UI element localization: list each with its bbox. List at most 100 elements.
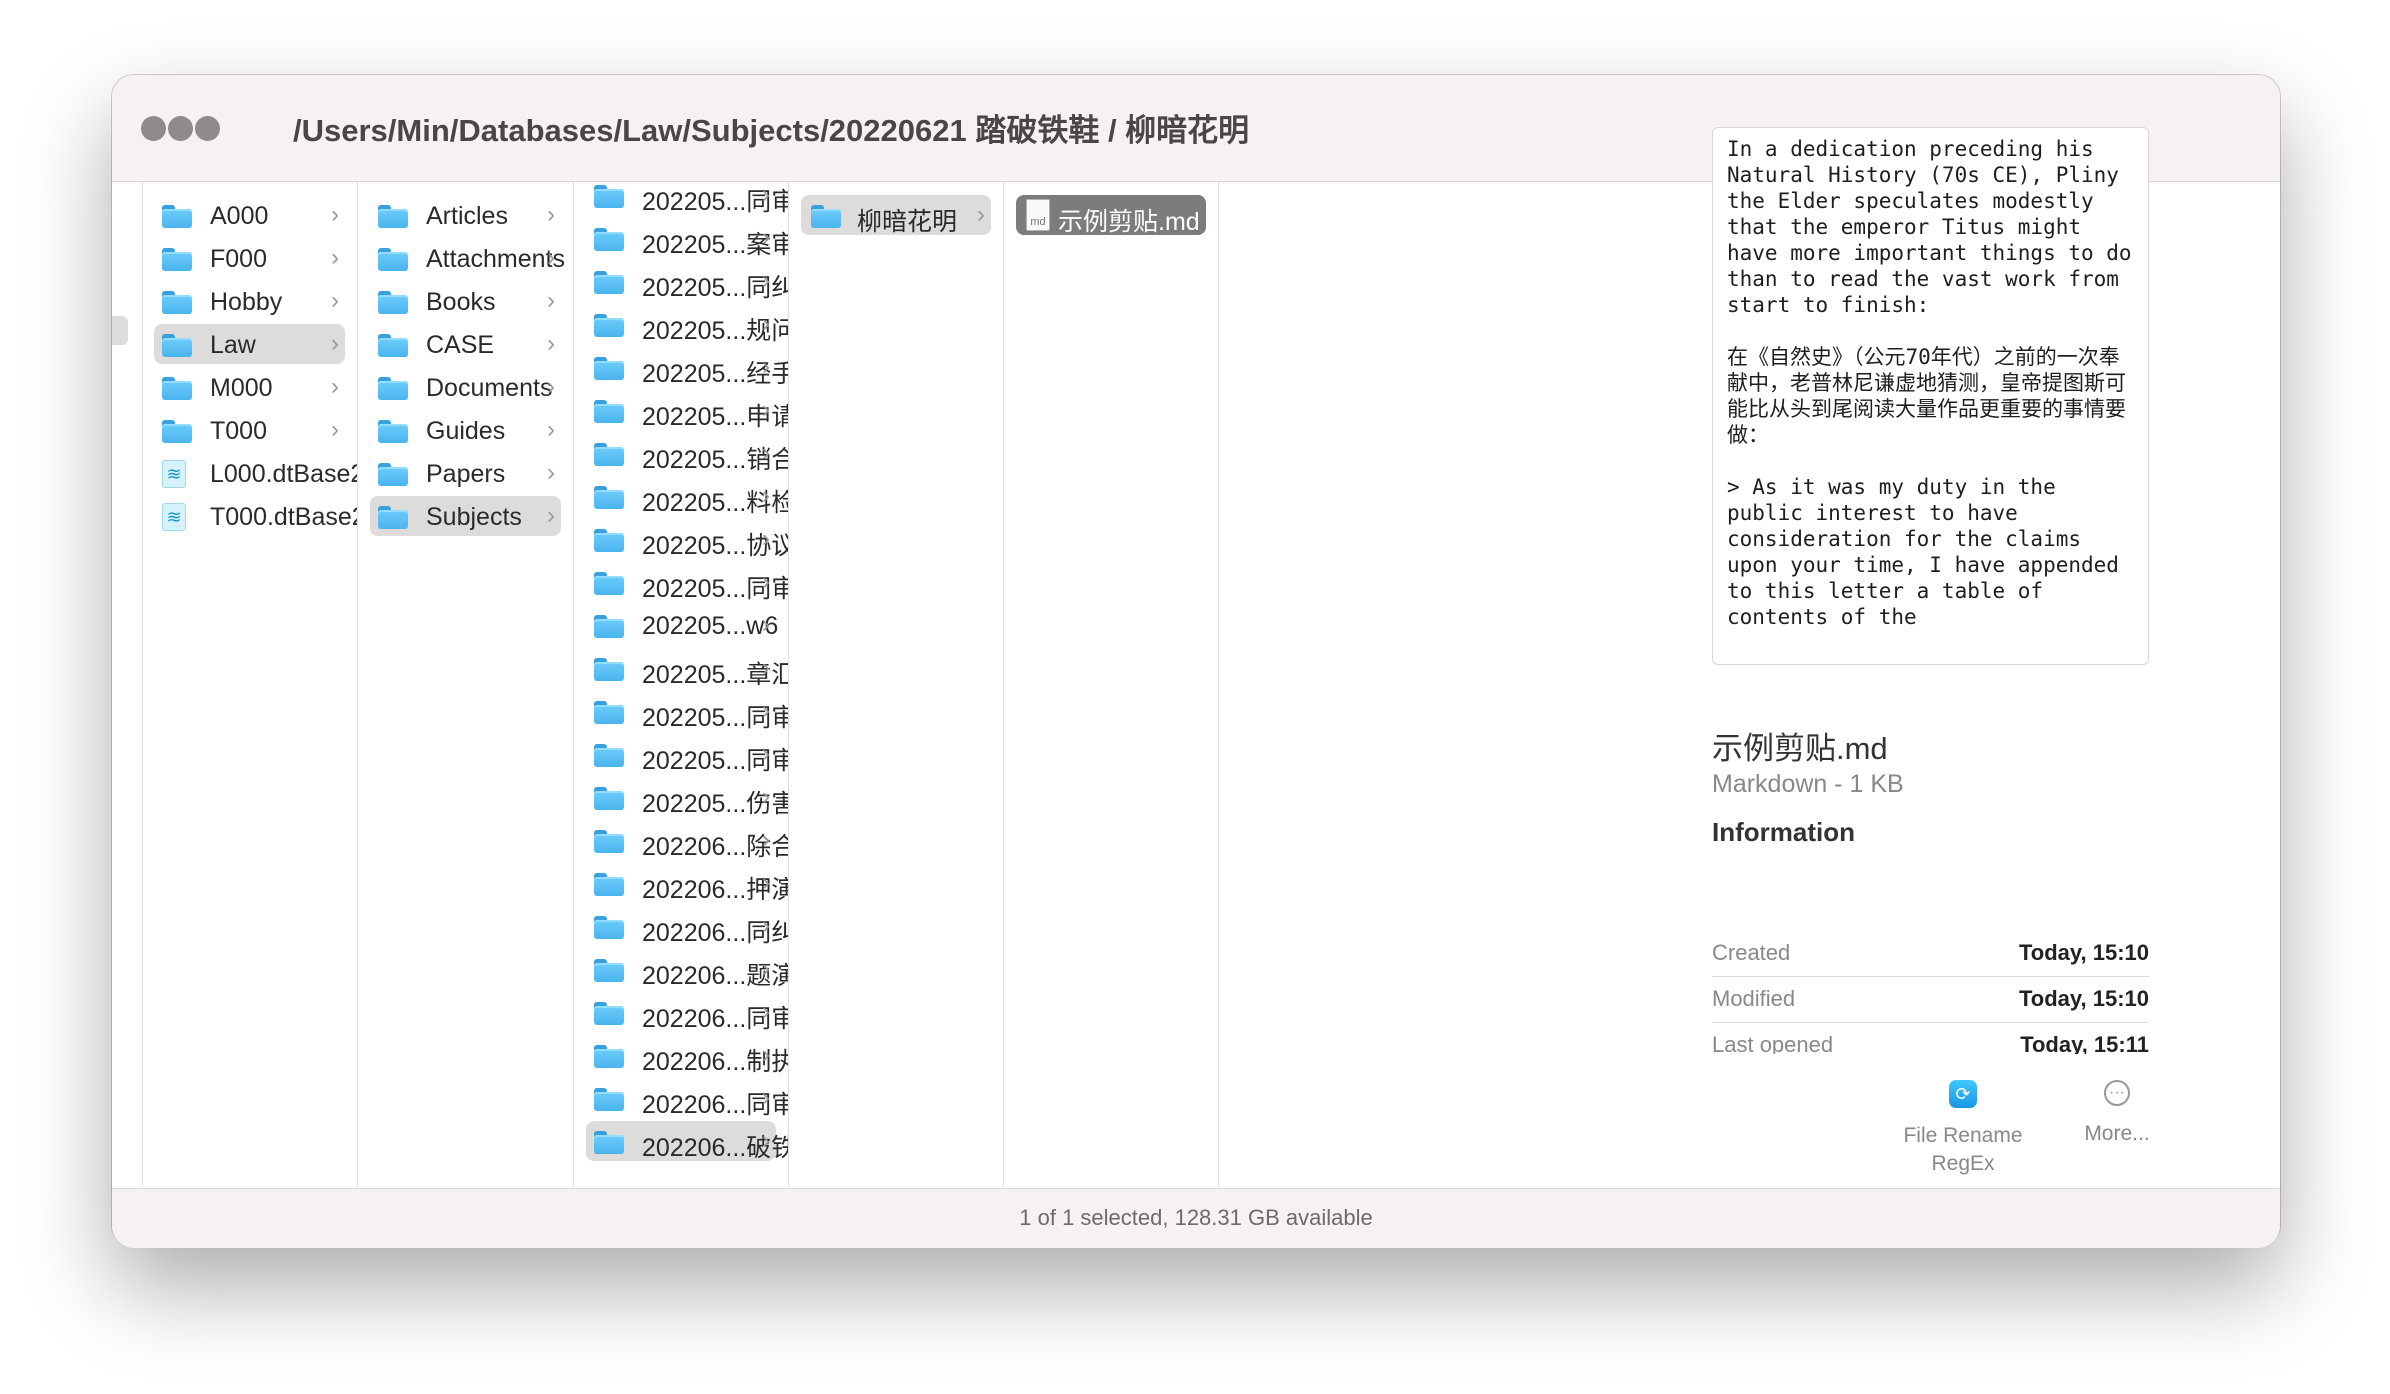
subject-folder-item[interactable]: 202205...w6 › — [574, 605, 788, 645]
folder-icon — [594, 1002, 624, 1025]
database-item[interactable]: F000 › — [142, 238, 357, 278]
chevron-right-icon: › — [762, 267, 770, 294]
info-key: Last opened — [1712, 1032, 1834, 1054]
subject-folder-item[interactable]: 202205...同审核› — [574, 182, 788, 216]
chevron-right-icon: › — [331, 373, 339, 400]
subject-folder-item[interactable]: 202206...破铁鞋› — [574, 1121, 788, 1162]
item-label: Guides — [426, 417, 506, 445]
folder-icon — [378, 334, 408, 357]
zoom-window-button[interactable] — [195, 116, 220, 141]
subject-folder-item[interactable]: 202205...同审查› — [574, 734, 788, 775]
subject-folder-item[interactable]: 202205...章汇编› — [574, 648, 788, 689]
folder-icon — [378, 291, 408, 314]
law-folder-item[interactable]: Documents › — [358, 367, 573, 407]
item-label: Attachments — [426, 245, 565, 273]
item-label: Hobby — [210, 288, 283, 316]
database-item[interactable]: ≋ T000.dtBase2 — [142, 496, 357, 536]
column-subjects: 202205...同审核›202205...案审查›202205...同纠纷›2… — [574, 182, 789, 1187]
subject-folder-item[interactable]: 202205...销合同› — [574, 433, 788, 474]
file-preview[interactable]: In a dedication preceding his Natural Hi… — [1712, 127, 2149, 665]
item-label: CASE — [426, 331, 495, 359]
rename-regex-action[interactable]: ⟳ File Rename RegEx — [1888, 1080, 2038, 1178]
folder-icon — [594, 486, 624, 509]
law-folder-item[interactable]: Guides › — [358, 410, 573, 450]
window-title: /Users/Min/Databases/Law/Subjects/202206… — [293, 113, 1250, 148]
subject-folder-item[interactable]: 202205...同审查› — [574, 691, 788, 732]
folder-icon — [378, 506, 408, 529]
subject-folder-item[interactable]: 202205...同纠纷› — [574, 261, 788, 302]
law-folder-item[interactable]: Subjects › — [358, 496, 573, 536]
folder-icon — [162, 377, 192, 400]
subject-folder-item[interactable]: 202205...规问题› — [574, 304, 788, 345]
chevron-right-icon: › — [762, 783, 770, 810]
item-label: T000.dtBase2 — [210, 503, 358, 531]
subject-folder-item[interactable]: 202205...经手）› — [574, 347, 788, 388]
database-item[interactable]: M000 › — [142, 367, 357, 407]
item-label: Subjects — [426, 503, 522, 531]
law-folder-item[interactable]: Attachments › — [358, 238, 573, 278]
chevron-right-icon: › — [762, 525, 770, 552]
chevron-right-icon: › — [762, 182, 770, 208]
folder-icon — [594, 830, 624, 853]
law-folder-item[interactable]: Articles › — [358, 195, 573, 235]
chevron-right-icon: › — [547, 201, 555, 228]
database-item[interactable]: Hobby › — [142, 281, 357, 321]
subject-folder-item[interactable]: 202205...同审查› — [574, 562, 788, 603]
database-item[interactable]: A000 › — [142, 195, 357, 235]
chevron-right-icon: › — [762, 482, 770, 509]
chevron-right-icon: › — [762, 353, 770, 380]
database-item[interactable]: ≋ L000.dtBase2 — [142, 453, 357, 493]
chevron-right-icon: › — [762, 568, 770, 595]
chevron-right-icon: › — [331, 416, 339, 443]
info-key: Modified — [1712, 986, 1796, 1011]
chevron-right-icon: › — [331, 287, 339, 314]
info-value: Today, 15:10 — [2018, 986, 2149, 1011]
subject-folder-item[interactable]: 202206...同审查› — [574, 1078, 788, 1119]
chevron-right-icon: › — [762, 611, 770, 638]
chevron-right-icon: › — [547, 330, 555, 357]
chevron-right-icon: › — [762, 998, 770, 1025]
chevron-right-icon: › — [762, 826, 770, 853]
chevron-right-icon: › — [547, 373, 555, 400]
minimize-window-button[interactable] — [168, 116, 193, 141]
item-label: A000 — [210, 202, 269, 230]
law-folder-item[interactable]: CASE › — [358, 324, 573, 364]
parent-selection[interactable] — [112, 316, 128, 345]
item-label: Documents — [426, 374, 553, 402]
chevron-right-icon: › — [331, 201, 339, 228]
chevron-right-icon: › — [762, 439, 770, 466]
more-action[interactable]: ··· More... — [2047, 1080, 2187, 1148]
subject-folder-item[interactable]: 202206...除合同› — [574, 820, 788, 861]
subject-folder-item[interactable]: 202205...协议书› — [574, 519, 788, 560]
chevron-right-icon: › — [762, 310, 770, 337]
subject-folder-item[interactable]: 202206...同审查› — [574, 992, 788, 1033]
chevron-right-icon: › — [977, 201, 985, 228]
database-item[interactable]: T000 › — [142, 410, 357, 450]
law-folder-item[interactable]: Papers › — [358, 453, 573, 493]
folder-icon — [162, 205, 192, 228]
folder-icon — [594, 701, 624, 724]
law-folder-item[interactable]: Books › — [358, 281, 573, 321]
database-item[interactable]: Law › — [142, 324, 357, 364]
subject-folder-item[interactable]: 202205...料检索› — [574, 476, 788, 517]
folder-icon — [594, 1131, 624, 1154]
folder-icon — [378, 463, 408, 486]
item-label: T000 — [210, 417, 267, 445]
subject-folder-item[interactable]: 202206...同纠纷› — [574, 906, 788, 947]
subject-folder-item[interactable]: 202205...伤害案› — [574, 777, 788, 818]
subject-folder-item[interactable]: 202205...案审查› — [574, 218, 788, 259]
close-window-button[interactable] — [141, 116, 166, 141]
subject-folder-item[interactable]: 202206...题演讲› — [574, 949, 788, 990]
subject-folder-item[interactable]: 202205...申请书› — [574, 390, 788, 431]
subject-folder-item[interactable]: 202206...制执行› — [574, 1035, 788, 1076]
folder-icon — [811, 205, 841, 228]
chevron-right-icon: › — [762, 224, 770, 251]
folder-icon — [594, 185, 624, 208]
folder-icon — [162, 420, 192, 443]
chevron-right-icon: › — [331, 330, 339, 357]
subject-folder-item[interactable]: 202206...押演讲› — [574, 863, 788, 904]
markdown-file-icon: md — [1026, 199, 1050, 231]
topic-folder-item[interactable]: 柳暗花明 › — [789, 195, 1003, 236]
file-item[interactable]: md 示例剪贴.md — [1004, 195, 1218, 236]
folder-icon — [594, 228, 624, 251]
